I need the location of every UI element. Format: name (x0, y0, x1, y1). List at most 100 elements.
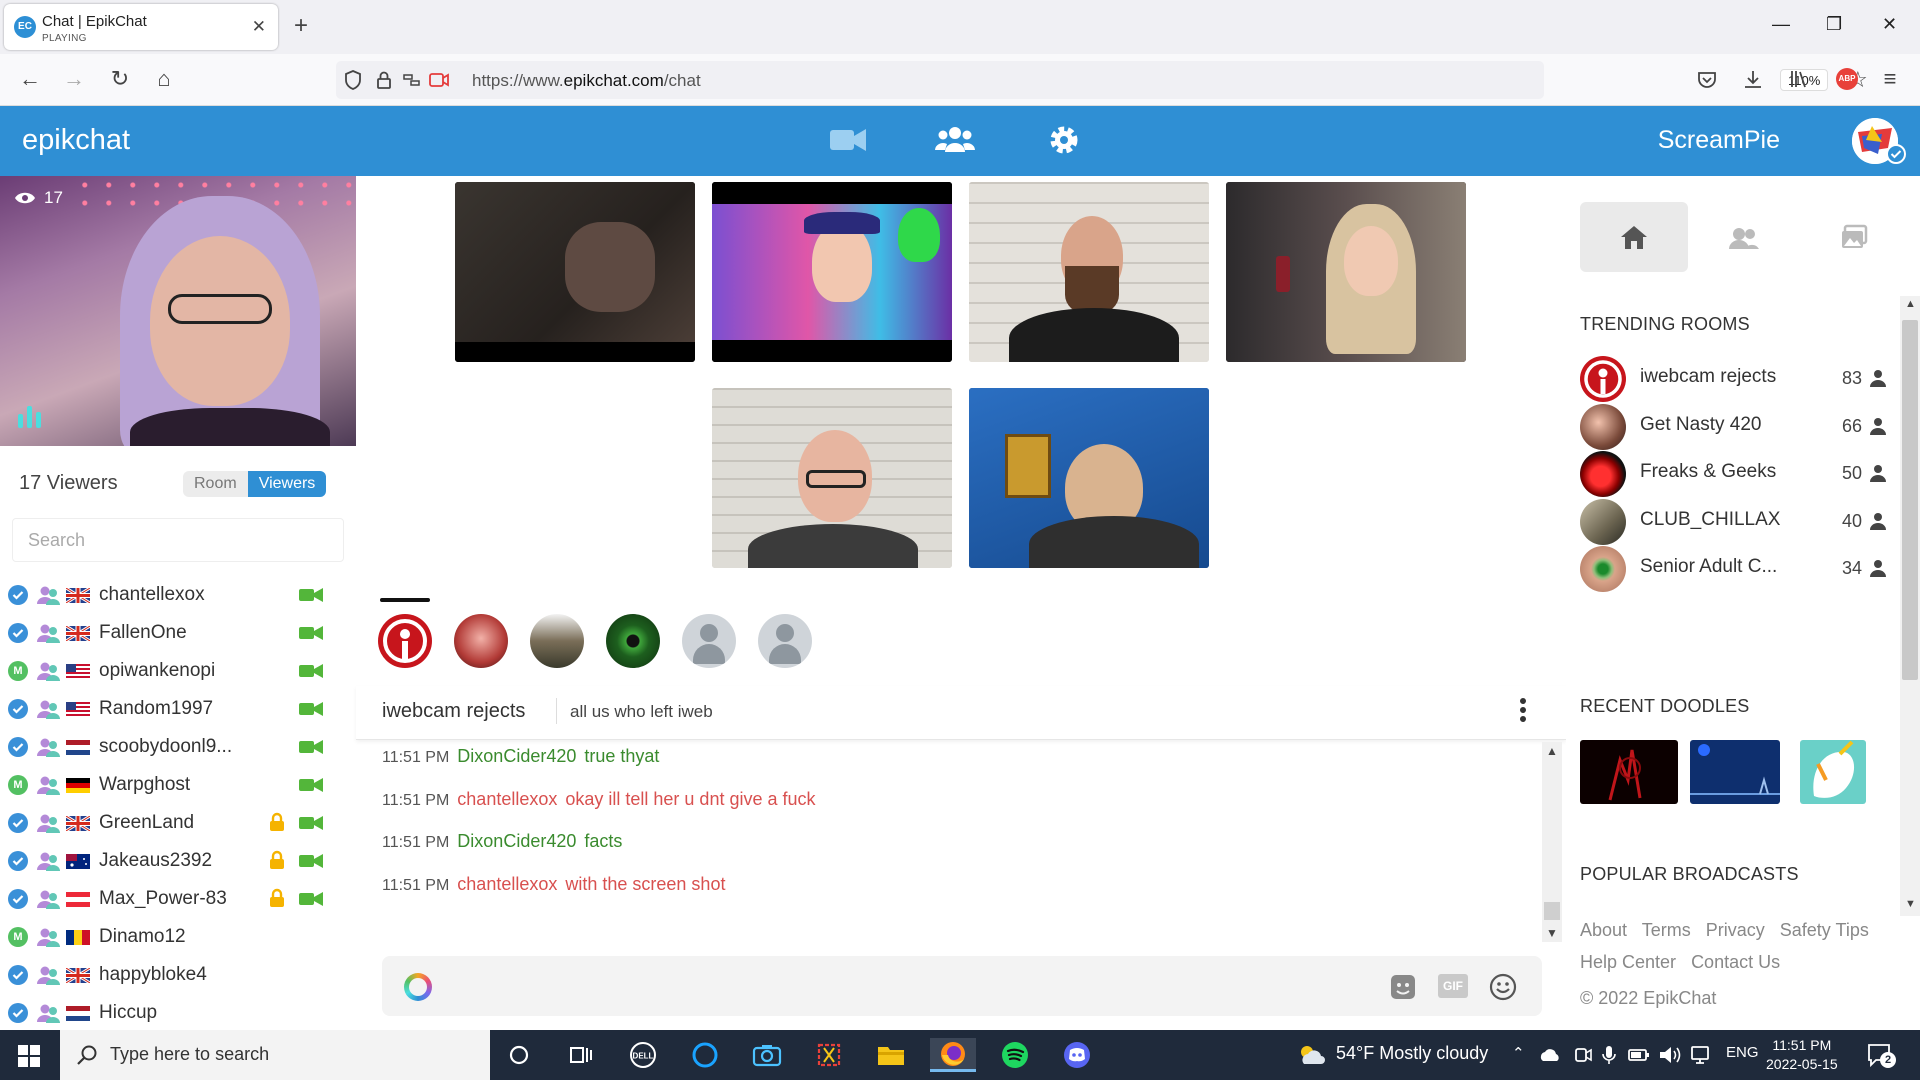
viewer-name[interactable]: chantellexox (99, 584, 205, 606)
tab-room[interactable]: Room (183, 471, 248, 497)
watch-cam-icon[interactable] (298, 777, 324, 793)
volume-icon[interactable] (1658, 1045, 1682, 1065)
watch-cam-icon[interactable] (298, 587, 324, 603)
discord-icon[interactable] (1054, 1038, 1100, 1072)
viewer-name[interactable]: Dinamo12 (99, 926, 186, 948)
message-input[interactable]: GIF (382, 956, 1542, 1016)
viewer-name[interactable]: Max_Power-83 (99, 888, 227, 910)
viewer-row[interactable]: GreenLand (0, 804, 356, 842)
pocket-icon[interactable] (1696, 69, 1718, 91)
watch-cam-icon[interactable] (298, 891, 324, 907)
tab-gallery[interactable] (1800, 202, 1908, 272)
friend-status-icon[interactable] (36, 699, 62, 719)
weather-text[interactable]: 54°F Mostly cloudy (1336, 1043, 1488, 1064)
meet-now-icon[interactable] (1574, 1045, 1592, 1065)
viewer-name[interactable]: Random1997 (99, 698, 213, 720)
taskbar-search-box[interactable]: Type here to search (60, 1030, 490, 1080)
friend-status-icon[interactable] (36, 775, 62, 795)
video-tile-6[interactable] (969, 388, 1209, 568)
close-tab-icon[interactable]: ✕ (252, 17, 266, 37)
message-author[interactable]: DixonCider420 (457, 831, 576, 851)
viewer-name[interactable]: Hiccup (99, 1002, 157, 1024)
trending-room-item[interactable]: Freaks & Geeks 50 (1580, 449, 1890, 497)
app-logo[interactable]: epikchat (22, 124, 130, 157)
language-indicator[interactable]: ENG (1726, 1044, 1759, 1061)
room-tab-3[interactable] (530, 614, 584, 668)
color-picker-icon[interactable] (404, 973, 432, 1001)
friend-status-icon[interactable] (36, 851, 62, 871)
onedrive-icon[interactable] (1538, 1045, 1562, 1065)
viewer-row[interactable]: happybloke4 (0, 956, 356, 994)
terms-link[interactable]: Terms (1642, 920, 1691, 940)
friend-status-icon[interactable] (36, 965, 62, 985)
watch-cam-icon[interactable] (298, 701, 324, 717)
battery-icon[interactable] (1628, 1046, 1650, 1064)
room-name[interactable]: iwebcam rejects (1640, 366, 1776, 388)
video-camera-icon[interactable] (828, 122, 868, 158)
viewer-name[interactable]: Jakeaus2392 (99, 850, 212, 872)
trending-room-item[interactable]: CLUB_CHILLAX 40 (1580, 497, 1890, 545)
privacy-link[interactable]: Privacy (1706, 920, 1765, 940)
viewer-name[interactable]: happybloke4 (99, 964, 207, 986)
sidebar-scroll-thumb[interactable] (1902, 320, 1918, 680)
windows-start-icon[interactable] (18, 1045, 40, 1067)
friend-status-icon[interactable] (36, 889, 62, 909)
camera-app-icon[interactable] (744, 1038, 790, 1072)
downloads-icon[interactable] (1742, 68, 1764, 90)
tab-home[interactable] (1580, 202, 1688, 272)
file-explorer-icon[interactable] (868, 1038, 914, 1072)
viewer-row[interactable]: Jakeaus2392 (0, 842, 356, 880)
friend-status-icon[interactable] (36, 927, 62, 947)
viewer-row[interactable]: M Dinamo12 (0, 918, 356, 956)
trending-room-item[interactable]: Get Nasty 420 66 (1580, 402, 1890, 450)
video-tile-1[interactable] (455, 182, 695, 362)
viewer-row[interactable]: Max_Power-83 (0, 880, 356, 918)
watch-cam-icon[interactable] (298, 815, 324, 831)
lock-icon[interactable] (376, 70, 392, 90)
message-author[interactable]: DixonCider420 (457, 746, 576, 766)
friend-status-icon[interactable] (36, 813, 62, 833)
about-link[interactable]: About (1580, 920, 1627, 940)
network-icon[interactable] (1690, 1045, 1712, 1065)
room-tab-default-avatar-2[interactable] (758, 614, 812, 668)
trending-room-item[interactable]: iwebcam rejects 83 (1580, 354, 1890, 402)
safety-tips-link[interactable]: Safety Tips (1780, 920, 1869, 940)
friend-status-icon[interactable] (36, 585, 62, 605)
task-view-icon[interactable] (558, 1038, 604, 1072)
cortana-ring-icon[interactable] (682, 1038, 728, 1072)
room-name[interactable]: iwebcam rejects (382, 700, 525, 723)
sticker-icon[interactable] (1388, 972, 1418, 1002)
room-name[interactable]: CLUB_CHILLAX (1640, 509, 1780, 531)
settings-gear-icon[interactable] (1044, 122, 1084, 158)
contact-us-link[interactable]: Contact Us (1691, 952, 1780, 972)
viewer-name[interactable]: Warpghost (99, 774, 190, 796)
viewer-row[interactable]: scoobydoonl9... (0, 728, 356, 766)
snipping-tool-icon[interactable] (806, 1038, 852, 1072)
video-tile-2[interactable] (712, 182, 952, 362)
room-name[interactable]: Senior Adult C... (1640, 556, 1777, 578)
video-tile-5[interactable] (712, 388, 952, 568)
viewer-name[interactable]: scoobydoonl9... (99, 736, 232, 758)
scroll-down-icon[interactable]: ▼ (1546, 926, 1558, 940)
firefox-icon[interactable] (930, 1038, 976, 1072)
notification-center-icon[interactable]: 2 (1866, 1042, 1896, 1068)
restore-button[interactable]: ❐ (1826, 14, 1842, 35)
viewer-name[interactable]: GreenLand (99, 812, 194, 834)
trending-room-item[interactable]: Senior Adult C... 34 (1580, 544, 1890, 592)
new-tab-button[interactable]: + (294, 12, 308, 40)
viewer-name[interactable]: opiwankenopi (99, 660, 215, 682)
back-button[interactable]: ← (16, 66, 44, 92)
cortana-icon[interactable] (496, 1038, 542, 1072)
shield-icon[interactable] (344, 70, 362, 90)
menu-icon[interactable]: ≡ (1876, 66, 1904, 92)
room-tab-default-avatar-1[interactable] (682, 614, 736, 668)
sidebar-scrollbar[interactable]: ▲ ▼ (1900, 296, 1920, 916)
room-name[interactable]: Get Nasty 420 (1640, 414, 1761, 436)
video-tile-4[interactable] (1226, 182, 1466, 362)
scroll-up-icon[interactable]: ▲ (1546, 744, 1558, 758)
url-text[interactable]: https://www.epikchat.com/chat (472, 71, 701, 91)
camera-permission-icon[interactable] (428, 70, 450, 90)
browser-tab[interactable]: EC Chat | EpikChat PLAYING ✕ (4, 4, 278, 50)
tab-friends[interactable] (1690, 202, 1798, 272)
forward-button[interactable]: → (60, 66, 88, 92)
